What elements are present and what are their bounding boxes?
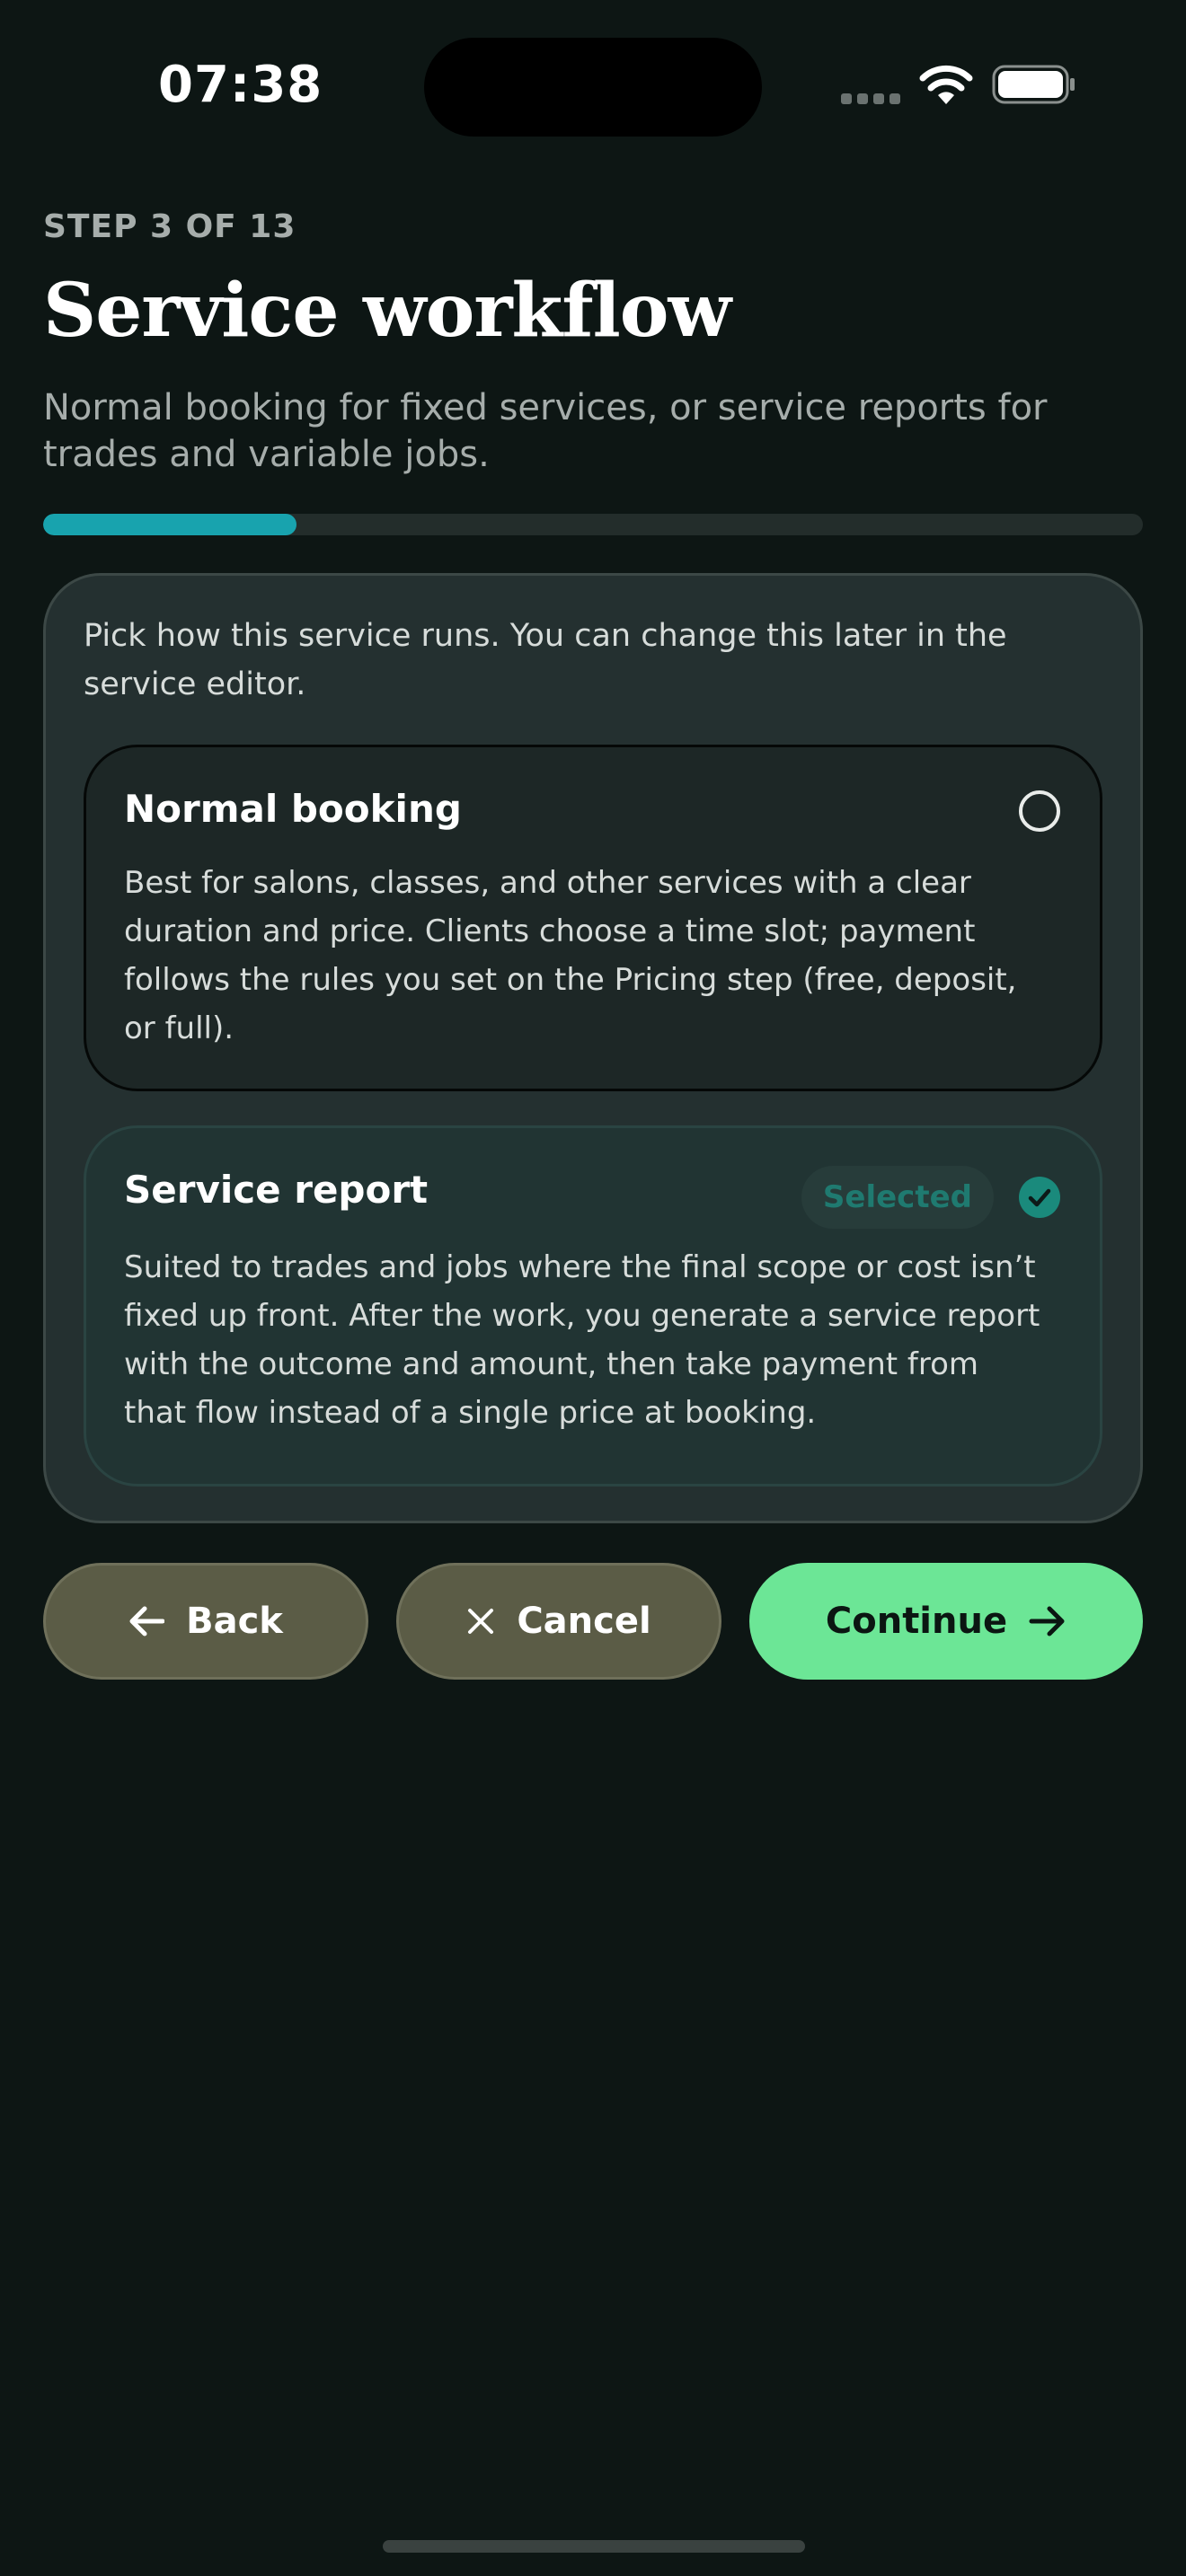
- page-title: Service workflow: [43, 268, 731, 354]
- back-button[interactable]: Back: [43, 1563, 368, 1680]
- option-description: Suited to trades and jobs where the fina…: [124, 1249, 1040, 1431]
- radio-selected-check-icon[interactable]: [1019, 1177, 1060, 1218]
- home-indicator[interactable]: [383, 2540, 805, 2553]
- progress-fill: [43, 514, 296, 535]
- cancel-button-label: Cancel: [517, 1601, 651, 1642]
- back-button-label: Back: [186, 1601, 283, 1642]
- option-normal-booking[interactable]: Normal booking Best for salons, classes,…: [84, 745, 1102, 1091]
- selected-badge: Selected: [801, 1166, 994, 1229]
- battery-icon: [992, 65, 1075, 104]
- option-title: Service report: [124, 1168, 429, 1212]
- progress-bar: [43, 514, 1143, 535]
- arrow-left-icon: [129, 1606, 165, 1636]
- cellular-signal-icon: [841, 93, 900, 104]
- continue-button[interactable]: Continue: [749, 1563, 1143, 1680]
- cancel-button[interactable]: Cancel: [396, 1563, 721, 1680]
- option-description: Best for salons, classes, and other serv…: [124, 865, 1017, 1046]
- radio-unselected-icon[interactable]: [1019, 790, 1060, 832]
- close-icon: [468, 1609, 494, 1634]
- option-title: Normal booking: [124, 787, 462, 831]
- page-subtitle: Normal booking for fixed services, or se…: [43, 387, 1048, 475]
- arrow-right-icon: [1029, 1606, 1065, 1636]
- option-service-report[interactable]: Service report Selected Suited to trades…: [84, 1125, 1102, 1486]
- dynamic-island: [424, 38, 762, 137]
- status-time: 07:38: [158, 56, 323, 114]
- step-indicator: STEP 3 OF 13: [43, 208, 296, 245]
- continue-button-label: Continue: [825, 1601, 1008, 1642]
- card-intro: Pick how this service runs. You can chan…: [84, 618, 1007, 702]
- wifi-icon: [919, 65, 973, 104]
- status-bar: 07:38: [0, 0, 1186, 171]
- workflow-card: Pick how this service runs. You can chan…: [43, 573, 1143, 1523]
